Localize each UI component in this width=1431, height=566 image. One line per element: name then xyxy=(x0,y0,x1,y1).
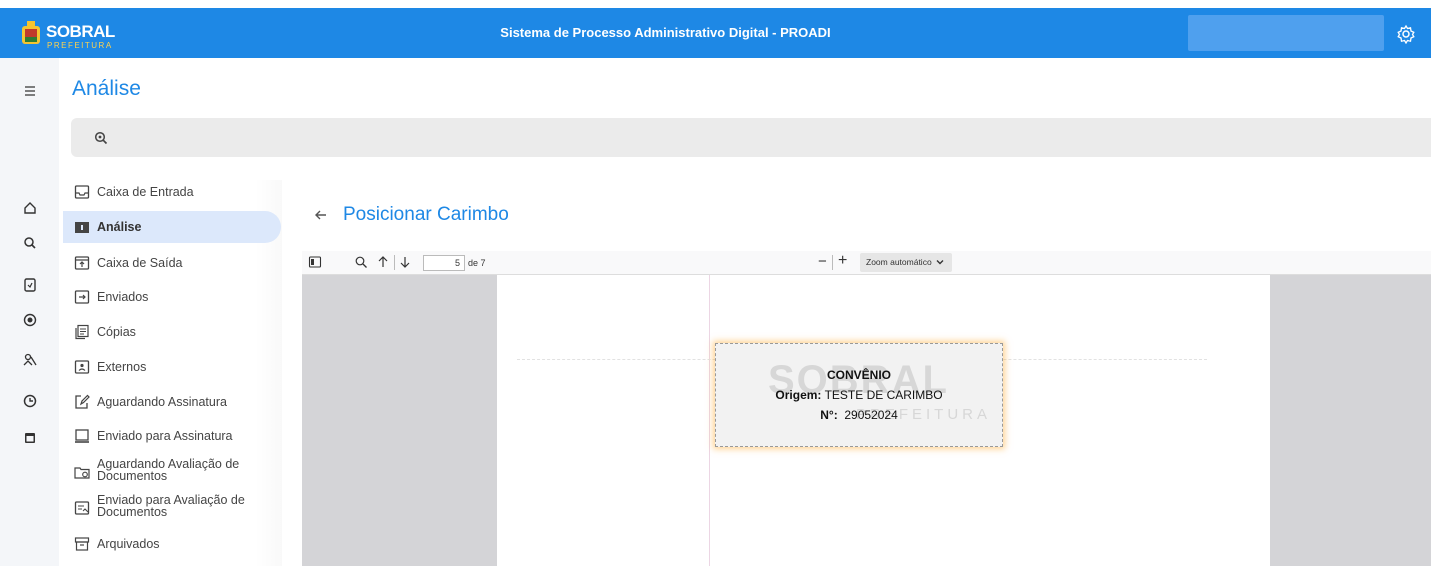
stamp-title: CONVÊNIO xyxy=(826,368,891,382)
menu-item-label: Enviados xyxy=(97,290,149,304)
page-guide-line xyxy=(709,275,710,566)
menu-item-label: Aguardando Assinatura xyxy=(97,395,227,409)
zoom-select-value: Zoom automático xyxy=(866,257,932,267)
menu-item-label: Aguardando Avaliação de Documentos xyxy=(97,457,240,483)
menu-item-aguardando-assinatura[interactable]: Aguardando Assinatura xyxy=(63,386,281,418)
stamp-origin-label: Origem: xyxy=(775,388,822,402)
arrow-up-icon[interactable] xyxy=(376,255,390,269)
menu-item-label: Enviado para Avaliação de Documentos xyxy=(97,493,245,519)
search-bar[interactable] xyxy=(71,118,1431,157)
page-number-input[interactable]: 5 xyxy=(423,255,465,271)
document-icon[interactable] xyxy=(22,277,38,293)
menu-item-label: Cópias xyxy=(97,325,136,339)
menu-item-arquivados[interactable]: Arquivados xyxy=(63,528,281,560)
pdf-toolbar: 5 de 7 − + Zoom automático xyxy=(302,251,1431,275)
zoom-select[interactable]: Zoom automático xyxy=(860,253,952,272)
pdf-page[interactable]: SOBRAL PREFEITURA CONVÊNIO Origem: TESTE… xyxy=(497,275,1270,566)
menu-item-enviados[interactable]: Enviados xyxy=(63,281,281,313)
page-count: de 7 xyxy=(468,258,486,268)
menu-item-label: Arquivados xyxy=(97,537,160,551)
copy-icon xyxy=(75,324,89,340)
external-icon xyxy=(74,360,90,374)
menu-item-label: Caixa de Entrada xyxy=(97,185,194,199)
arrow-down-icon[interactable] xyxy=(398,255,412,269)
zoom-search-icon[interactable] xyxy=(93,130,109,146)
home-icon[interactable] xyxy=(22,200,38,216)
stamp-origin-value: TESTE DE CARIMBO xyxy=(824,388,943,402)
arrow-left-icon[interactable] xyxy=(312,206,330,224)
sign-edit-icon xyxy=(75,394,90,409)
zoom-in-button[interactable]: + xyxy=(838,252,847,270)
menu-item-aguardando-avaliacao[interactable]: Aguardando Avaliação de Documentos xyxy=(63,456,281,488)
hamburger-icon[interactable] xyxy=(22,83,38,99)
archive-box-icon xyxy=(74,537,90,551)
menu-item-caixa-de-saida[interactable]: Caixa de Saída xyxy=(63,247,281,279)
people-icon[interactable] xyxy=(22,352,38,368)
menu-item-copias[interactable]: Cópias xyxy=(63,316,281,348)
page-title: Análise xyxy=(72,77,141,100)
find-icon[interactable] xyxy=(354,255,368,269)
menu-item-externos[interactable]: Externos xyxy=(63,351,281,383)
outbox-icon xyxy=(74,256,90,270)
menu-item-label: Análise xyxy=(97,220,142,234)
gear-icon[interactable] xyxy=(1396,24,1416,44)
radio-icon[interactable] xyxy=(22,312,38,328)
toolbar-separator xyxy=(394,255,395,270)
folder-icon xyxy=(75,222,89,233)
brand-subtitle: PREFEITURA xyxy=(47,41,113,50)
menu-item-label: Externos xyxy=(97,360,147,374)
menu-item-enviado-avaliacao[interactable]: Enviado para Avaliação de Documentos xyxy=(63,492,281,524)
top-bar: SOBRAL PREFEITURA Sistema de Processo Ad… xyxy=(0,0,1431,58)
menu-item-label: Caixa de Saída xyxy=(97,256,183,270)
stamp-box[interactable]: SOBRAL PREFEITURA CONVÊNIO Origem: TESTE… xyxy=(715,343,1003,447)
chevron-down-icon xyxy=(936,260,944,265)
subheader-title: Posicionar Carimbo xyxy=(343,204,509,225)
left-rail xyxy=(0,58,59,566)
pdf-viewer[interactable]: SOBRAL PREFEITURA CONVÊNIO Origem: TESTE… xyxy=(302,275,1431,566)
menu-item-analise[interactable]: Análise xyxy=(63,211,281,243)
sidebar-toggle-icon[interactable] xyxy=(308,255,322,269)
sign-sent-icon xyxy=(75,429,89,443)
stamp-origin: Origem: TESTE DE CARIMBO xyxy=(716,388,1002,402)
archive-icon[interactable] xyxy=(22,430,38,446)
search-icon[interactable] xyxy=(22,235,38,251)
menu-item-label: Enviado para Assinatura xyxy=(97,429,233,443)
folder-pending-icon xyxy=(74,467,90,479)
user-info-box[interactable] xyxy=(1188,15,1384,51)
clock-icon[interactable] xyxy=(22,393,38,409)
inbox-icon xyxy=(74,185,90,199)
zoom-out-button[interactable]: − xyxy=(818,253,827,270)
system-title: Sistema de Processo Administrativo Digit… xyxy=(500,25,831,40)
menu-item-enviado-para-assinatura[interactable]: Enviado para Assinatura xyxy=(63,420,281,452)
stamp-number-value: 29052024 xyxy=(844,408,898,422)
toolbar-separator xyxy=(832,255,833,270)
send-icon xyxy=(74,290,90,304)
stamp-number-label: N°: xyxy=(820,408,838,422)
doc-review-icon xyxy=(74,501,90,515)
stamp-number: N°: 29052024 xyxy=(716,408,1002,422)
menu-item-caixa-de-entrada[interactable]: Caixa de Entrada xyxy=(63,176,281,208)
